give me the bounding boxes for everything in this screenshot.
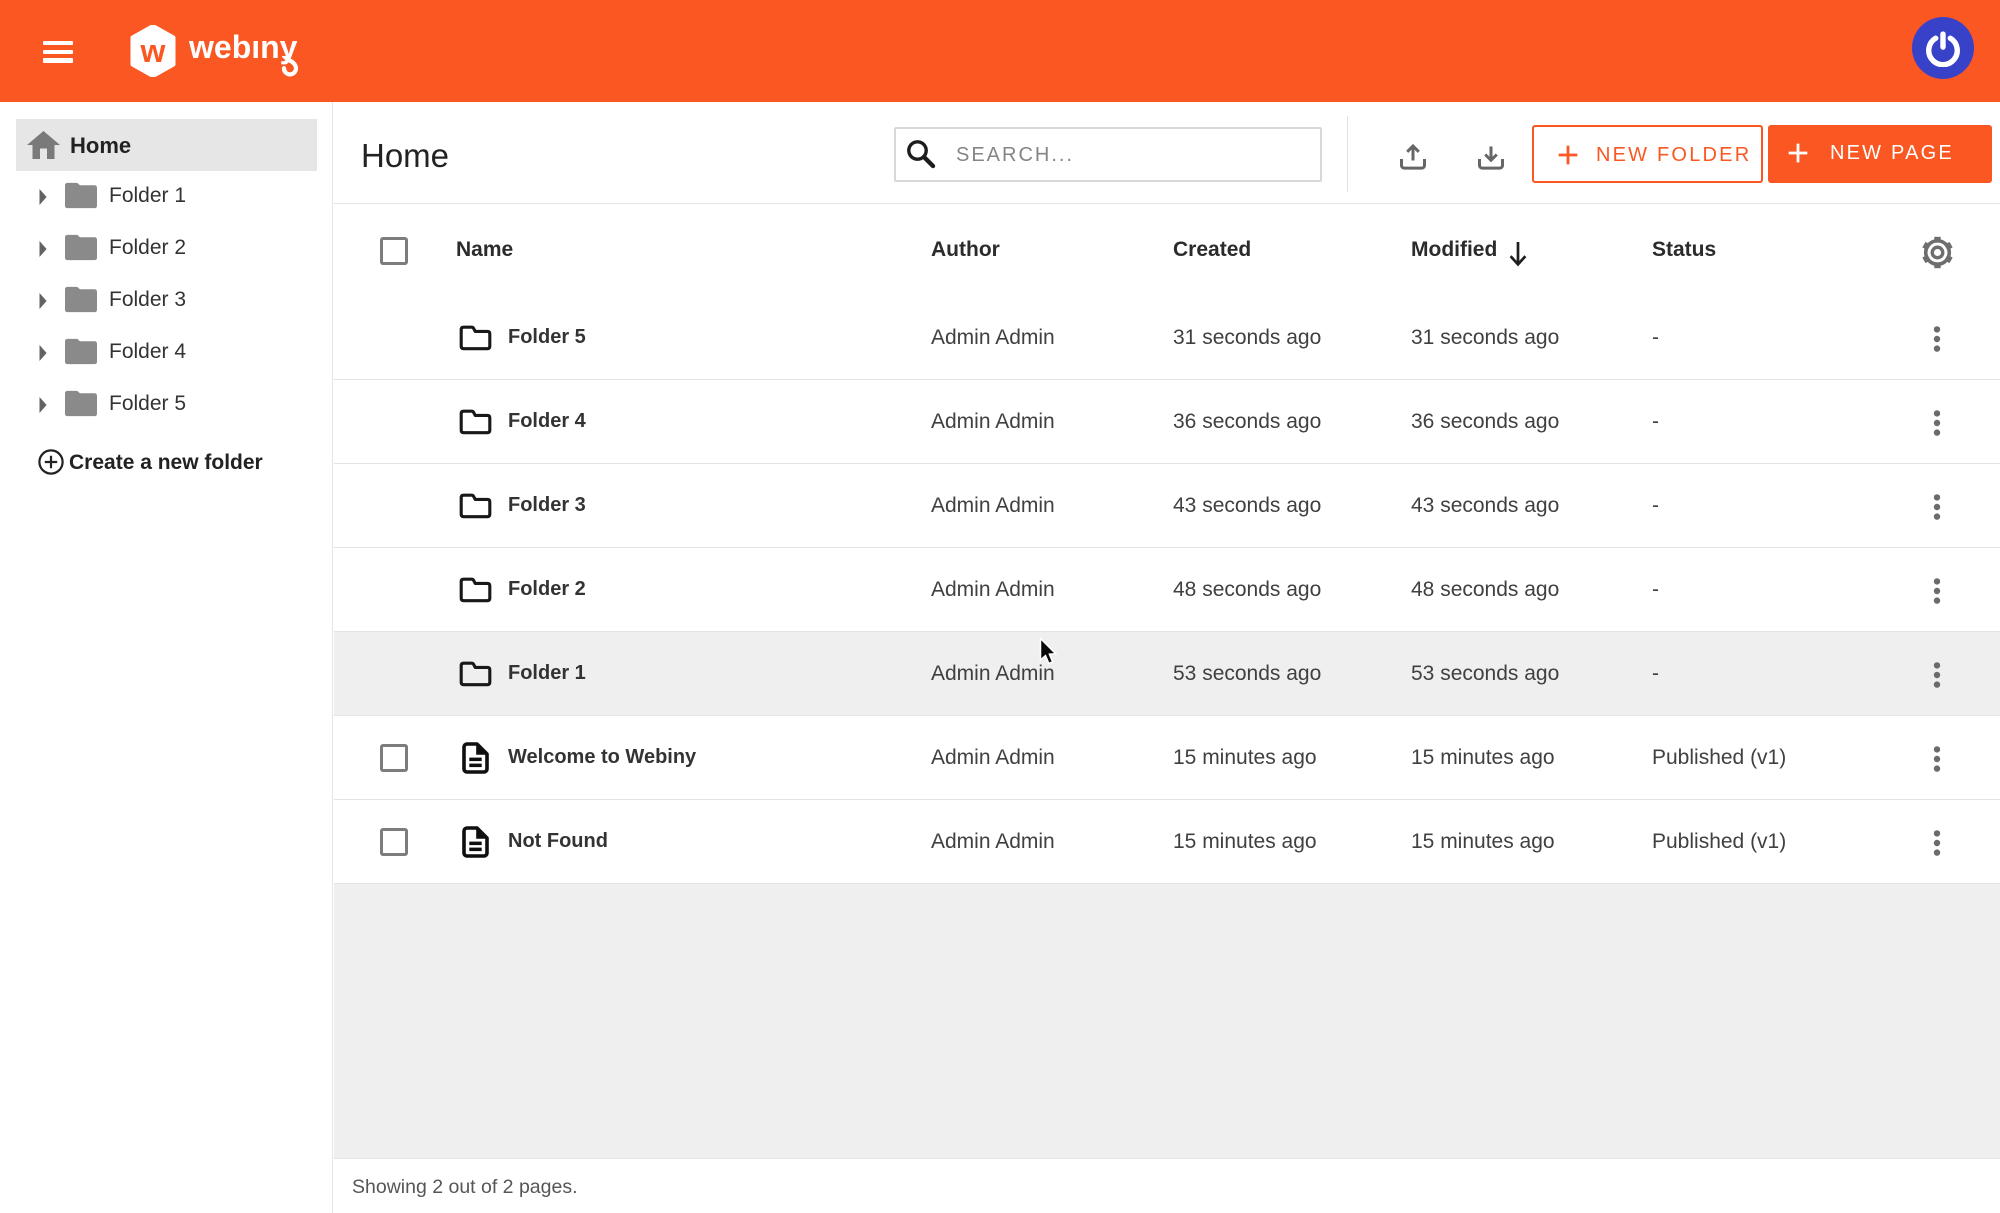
svg-text:w: w [140, 33, 166, 69]
